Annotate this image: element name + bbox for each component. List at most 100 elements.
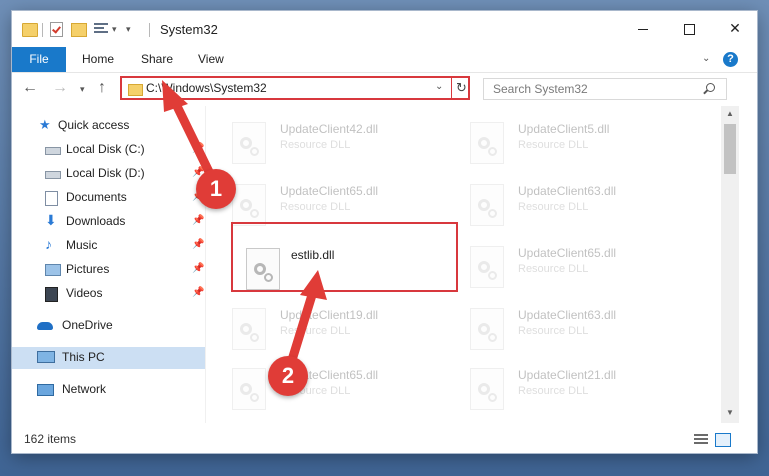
close-icon: ✕ bbox=[729, 20, 741, 36]
sidebar-item-network[interactable]: Network bbox=[12, 379, 205, 401]
file-type: Resource DLL bbox=[518, 201, 589, 213]
search-icon[interactable] bbox=[706, 83, 715, 92]
sidebar-item-onedrive[interactable]: OneDrive bbox=[12, 315, 205, 337]
sidebar-item-local-disk-c[interactable]: Local Disk (C:) 📌 bbox=[12, 139, 205, 161]
scroll-up-icon[interactable]: ▲ bbox=[726, 109, 734, 118]
drive-icon bbox=[45, 147, 61, 155]
sidebar-item-label: Downloads bbox=[66, 214, 126, 228]
star-icon: ★ bbox=[39, 117, 51, 132]
maximize-button[interactable] bbox=[666, 11, 712, 45]
file-item[interactable]: UpdateClient42.dll Resource DLL bbox=[212, 114, 450, 166]
file-item[interactable]: UpdateClient21.dll Resource DLL bbox=[450, 360, 688, 412]
step-badge-1: 1 bbox=[196, 169, 236, 209]
status-bar: 162 items bbox=[12, 427, 757, 453]
help-icon[interactable]: ? bbox=[723, 52, 738, 67]
sidebar-item-local-disk-d[interactable]: Local Disk (D:) 📌 bbox=[12, 163, 205, 185]
download-icon: ⬇ bbox=[45, 212, 57, 228]
pin-icon[interactable]: 📌 bbox=[192, 263, 204, 274]
search-input[interactable]: Search System32 bbox=[483, 78, 727, 100]
file-item[interactable]: UpdateClient5.dll Resource DLL bbox=[450, 114, 688, 166]
sidebar-item-downloads[interactable]: ⬇ Downloads 📌 bbox=[12, 211, 205, 233]
dll-file-icon bbox=[232, 122, 266, 164]
file-item[interactable]: UpdateClient63.dll Resource DLL bbox=[450, 300, 688, 352]
sidebar-item-label: Local Disk (C:) bbox=[66, 142, 145, 156]
file-type: Resource DLL bbox=[518, 385, 589, 397]
tab-share[interactable]: Share bbox=[141, 47, 173, 72]
file-type: Resource DLL bbox=[280, 325, 351, 337]
file-name: UpdateClient21.dll bbox=[518, 368, 617, 382]
close-button[interactable]: ✕ bbox=[712, 11, 757, 45]
details-view-icon[interactable] bbox=[694, 434, 708, 445]
sidebar-item-this-pc[interactable]: This PC bbox=[12, 347, 205, 369]
dll-file-icon bbox=[470, 122, 504, 164]
file-item-estlib[interactable]: estlib.dll bbox=[227, 238, 465, 290]
file-name: UpdateClient42.dll bbox=[280, 122, 379, 136]
search-placeholder: Search System32 bbox=[493, 82, 588, 96]
network-icon bbox=[37, 384, 54, 396]
pictures-icon bbox=[45, 264, 61, 276]
quick-access-dropdown-icon[interactable]: ▾ bbox=[112, 24, 117, 35]
quick-access-menu-icon[interactable]: ▾ bbox=[126, 24, 131, 35]
address-path[interactable]: C:\Windows\System32 bbox=[146, 81, 267, 95]
sidebar-item-label: OneDrive bbox=[62, 318, 113, 332]
sidebar-item-documents[interactable]: Documents 📌 bbox=[12, 187, 205, 209]
address-bar[interactable]: C:\Windows\System32 ⌄ ↻ bbox=[120, 76, 470, 100]
forward-button[interactable]: → bbox=[52, 79, 68, 97]
file-item[interactable]: UpdateClient65.dll Resource DLL bbox=[450, 238, 688, 290]
refresh-icon[interactable]: ↻ bbox=[456, 80, 467, 96]
file-item[interactable]: UpdateClient65.dll Resource DLL bbox=[212, 360, 450, 412]
tab-view[interactable]: View bbox=[198, 47, 224, 72]
file-item[interactable]: UpdateClient63.dll Resource DLL bbox=[450, 176, 688, 228]
folder-icon[interactable] bbox=[22, 23, 38, 37]
expand-ribbon-icon[interactable]: ⌄ bbox=[702, 53, 710, 64]
file-type: Resource DLL bbox=[280, 139, 351, 151]
dll-file-icon bbox=[470, 246, 504, 288]
sidebar-item-label: Pictures bbox=[66, 262, 110, 276]
address-dropdown-icon[interactable]: ⌄ bbox=[435, 81, 443, 92]
dll-file-icon bbox=[246, 248, 280, 290]
pane-divider bbox=[205, 106, 206, 423]
documents-icon bbox=[45, 191, 58, 206]
sidebar-item-music[interactable]: ♪ Music 📌 bbox=[12, 235, 205, 257]
up-button[interactable]: ↑ bbox=[98, 79, 106, 97]
scroll-down-icon[interactable]: ▼ bbox=[726, 408, 734, 417]
step-badge-2: 2 bbox=[268, 356, 308, 396]
file-name: UpdateClient65.dll bbox=[280, 184, 379, 198]
sidebar-item-pictures[interactable]: Pictures 📌 bbox=[12, 259, 205, 281]
pin-icon[interactable]: 📌 bbox=[192, 239, 204, 250]
pin-icon[interactable]: 📌 bbox=[192, 215, 204, 226]
customize-quick-access-icon[interactable] bbox=[94, 22, 108, 35]
back-button[interactable]: ← bbox=[22, 79, 38, 97]
sidebar-item-label: Quick access bbox=[58, 118, 130, 132]
tab-file[interactable]: File bbox=[12, 47, 66, 72]
scrollbar-thumb[interactable] bbox=[724, 124, 736, 174]
dll-file-icon bbox=[232, 308, 266, 350]
large-icons-view-icon[interactable] bbox=[715, 433, 731, 447]
title-divider bbox=[149, 23, 150, 37]
music-icon: ♪ bbox=[45, 236, 52, 252]
sidebar-item-videos[interactable]: Videos 📌 bbox=[12, 283, 205, 305]
videos-icon bbox=[45, 287, 58, 302]
pin-icon[interactable]: 📌 bbox=[192, 143, 204, 154]
tab-home[interactable]: Home bbox=[82, 47, 114, 72]
file-item[interactable]: UpdateClient19.dll Resource DLL bbox=[212, 300, 450, 352]
vertical-scrollbar[interactable]: ▲ ▼ bbox=[721, 106, 739, 423]
new-folder-icon[interactable] bbox=[71, 23, 87, 37]
drive-icon bbox=[45, 171, 61, 179]
properties-check-icon[interactable] bbox=[50, 22, 63, 37]
sidebar-item-quick-access[interactable]: ★ Quick access bbox=[12, 115, 205, 137]
dll-file-icon bbox=[232, 184, 266, 226]
sidebar-item-label: Music bbox=[66, 238, 98, 252]
file-name: estlib.dll bbox=[291, 248, 335, 262]
minimize-button[interactable] bbox=[620, 11, 666, 45]
ribbon-tabs: File Home Share View ⌄ ? bbox=[12, 47, 757, 73]
maximize-icon bbox=[683, 23, 695, 35]
sidebar-item-label: Documents bbox=[66, 190, 127, 204]
recent-locations-icon[interactable]: ▾ bbox=[80, 84, 85, 95]
file-type: Resource DLL bbox=[518, 263, 589, 275]
minimize-icon bbox=[638, 28, 648, 30]
file-item[interactable]: UpdateClient65.dll Resource DLL bbox=[212, 176, 450, 228]
title-bar: ▾ ▾ System32 ✕ bbox=[12, 11, 757, 45]
file-name: UpdateClient63.dll bbox=[518, 308, 617, 322]
pin-icon[interactable]: 📌 bbox=[192, 287, 204, 298]
